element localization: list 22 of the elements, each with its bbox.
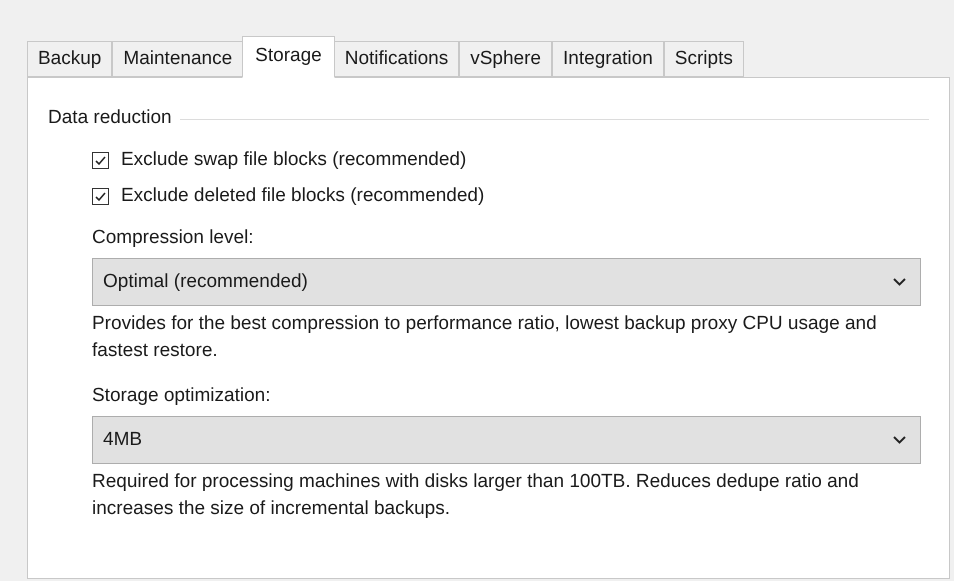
tab[interactable]: Integration <box>552 41 664 77</box>
group-title: Data reduction <box>48 106 172 130</box>
description-text: Provides for the best compression to performance ratio, lowest backup proxy CPU usage and fastest restore. <box>92 312 878 363</box>
tab[interactable]: Notifications <box>334 41 460 77</box>
field-label: Compression level: <box>92 226 255 250</box>
checkmark-icon <box>94 190 107 202</box>
checkbox-label: Exclude deleted file blocks (recommended) <box>121 184 484 208</box>
tab[interactable]: Scripts <box>664 41 744 77</box>
description-text: Required for processing machines with disks larger than 100TB. Reduces dedupe ratio and increases the size of incremental backups. <box>92 470 860 521</box>
tab[interactable]: Backup <box>27 41 112 77</box>
dropdown[interactable]: Optimal (recommended) <box>92 258 921 306</box>
checkbox[interactable] <box>92 188 109 204</box>
checkbox-label: Exclude swap file blocks (recommended) <box>121 148 466 172</box>
dropdown[interactable]: 4MB <box>92 416 921 464</box>
checkbox[interactable] <box>92 152 109 168</box>
chevron-down-icon <box>893 278 906 286</box>
checkmark-icon <box>94 154 107 166</box>
tab[interactable]: vSphere <box>459 41 552 77</box>
tab[interactable]: Maintenance <box>112 41 244 77</box>
field-label: Storage optimization: <box>92 384 272 408</box>
chevron-down-icon <box>893 436 906 444</box>
tab[interactable]: Storage <box>242 36 335 78</box>
